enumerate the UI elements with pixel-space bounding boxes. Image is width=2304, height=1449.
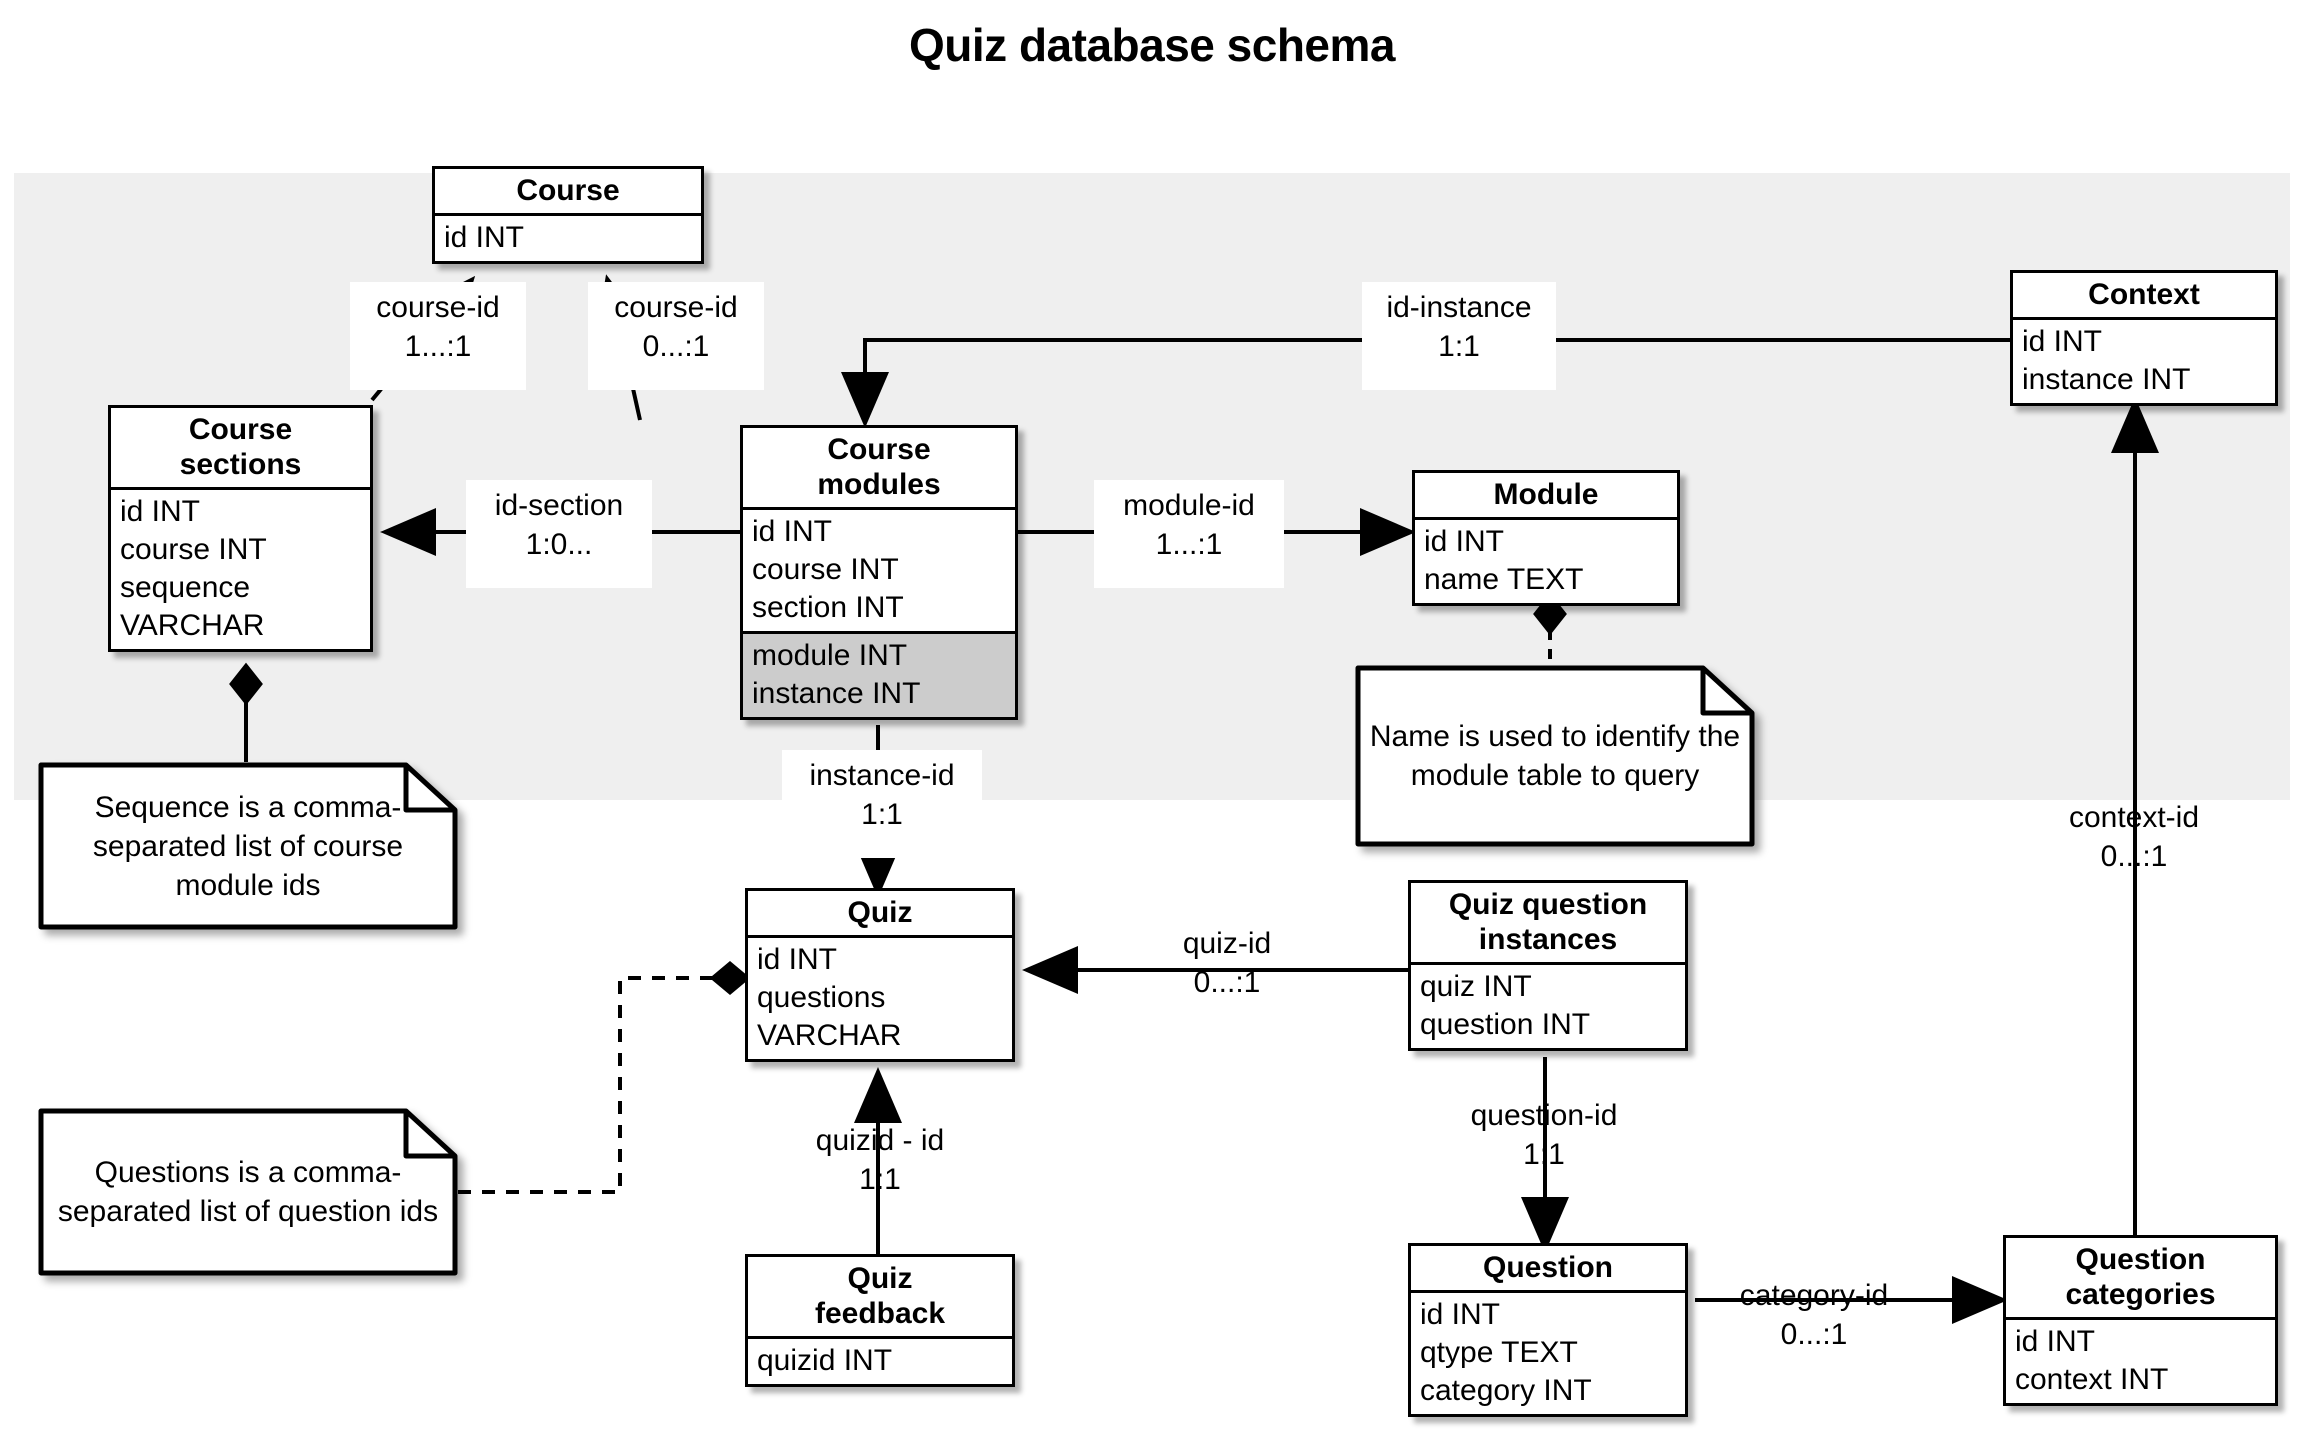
table-course[interactable]: Course id INT (432, 166, 704, 264)
attribute: category INT (1420, 1374, 1592, 1407)
note-questions: Questions is a comma-separated list of q… (38, 1108, 458, 1276)
table-course-sections-attributes: id INT course INT sequence VARCHAR (111, 490, 370, 649)
table-question-attributes: id INT qtype TEXT category INT (1411, 1293, 1685, 1414)
table-quiz-title: Quiz (748, 891, 1012, 938)
attribute: id INT (757, 943, 838, 976)
table-question-categories[interactable]: Question categories id INT context INT (2003, 1235, 2278, 1406)
diagram-canvas: Quiz database schema Course id INT Cours… (0, 0, 2304, 1449)
note-sequence: Sequence is a comma-separated list of co… (38, 762, 458, 930)
edge-label-course-id-1-1: course-id 1...:1 (350, 282, 526, 390)
attribute: id INT (120, 495, 201, 528)
attribute: name TEXT (1424, 563, 1584, 596)
table-quiz-feedback[interactable]: Quiz feedback quizid INT (745, 1254, 1015, 1387)
attribute: quizid INT (757, 1344, 893, 1377)
attribute: id INT (752, 515, 833, 548)
table-question-categories-attributes: id INT context INT (2006, 1320, 2275, 1403)
edge-label-category-id: category-id 0...:1 (1739, 1279, 1889, 1351)
attribute: id INT (1424, 525, 1505, 558)
table-question-title: Question (1411, 1246, 1685, 1293)
edge-label-quizid-id: quizid - id 1:1 (815, 1124, 945, 1196)
table-context-title: Context (2013, 273, 2275, 320)
note-sequence-text: Sequence is a comma-separated list of co… (92, 790, 404, 902)
attribute-highlighted: module INT (743, 637, 1015, 675)
note-module-name-text: Name is used to identify the module tabl… (1369, 720, 1741, 792)
table-module-title: Module (1415, 473, 1677, 520)
attribute: course INT (752, 553, 899, 586)
note-module-name: Name is used to identify the module tabl… (1355, 665, 1755, 847)
attribute: course INT (120, 533, 267, 566)
edge-label-module-id: module-id 1...:1 (1094, 480, 1284, 588)
table-course-title: Course (435, 169, 701, 216)
edge-label-id-section: id-section 1:0... (466, 480, 652, 588)
attribute: id INT (2015, 1325, 2096, 1358)
table-module-attributes: id INT name TEXT (1415, 520, 1677, 603)
table-quiz-attributes: id INT questions VARCHAR (748, 938, 1012, 1059)
edge-label-context-id: context-id 0...:1 (2068, 801, 2200, 873)
table-course-modules-attributes: id INT course INT section INT (743, 510, 1015, 631)
table-quiz-question-instances-attributes: quiz INT question INT (1411, 965, 1685, 1048)
table-module[interactable]: Module id INT name TEXT (1412, 470, 1680, 606)
attribute: id INT (1420, 1298, 1501, 1331)
attribute: instance INT (2022, 363, 2191, 396)
composition-diamond (709, 961, 751, 995)
attribute: context INT (2015, 1363, 2169, 1396)
table-quiz-feedback-attributes: quizid INT (748, 1339, 1012, 1384)
table-course-modules-highlighted-attributes: module INT instance INT (743, 631, 1015, 717)
table-course-modules[interactable]: Course modules id INT course INT section… (740, 425, 1018, 720)
table-question[interactable]: Question id INT qtype TEXT category INT (1408, 1243, 1688, 1417)
attribute: section INT (752, 591, 904, 624)
edge-label-id-instance: id-instance 1:1 (1362, 282, 1556, 390)
table-context[interactable]: Context id INT instance INT (2010, 270, 2278, 406)
edge-label-instance-id: instance-id 1:1 (782, 750, 982, 858)
edge-label-quiz-id: quiz-id 0...:1 (1182, 927, 1272, 999)
attribute: id INT (2022, 325, 2103, 358)
attribute: VARCHAR (120, 609, 265, 642)
table-context-attributes: id INT instance INT (2013, 320, 2275, 403)
attribute: questions (757, 981, 886, 1014)
table-quiz-feedback-title: Quiz feedback (748, 1257, 1012, 1339)
attribute-highlighted: instance INT (743, 675, 1015, 713)
attribute: qtype TEXT (1420, 1336, 1578, 1369)
table-course-sections[interactable]: Course sections id INT course INT sequen… (108, 405, 373, 652)
table-quiz-question-instances-title: Quiz question instances (1411, 883, 1685, 965)
table-course-modules-title: Course modules (743, 428, 1015, 510)
attribute: VARCHAR (757, 1019, 902, 1052)
table-quiz-question-instances[interactable]: Quiz question instances quiz INT questio… (1408, 880, 1688, 1051)
table-question-categories-title: Question categories (2006, 1238, 2275, 1320)
attribute: id INT (444, 221, 525, 254)
note-questions-text: Questions is a comma-separated list of q… (57, 1156, 439, 1228)
table-quiz[interactable]: Quiz id INT questions VARCHAR (745, 888, 1015, 1062)
attribute: question INT (1420, 1008, 1591, 1041)
table-course-sections-title: Course sections (111, 408, 370, 490)
diagram-title: Quiz database schema (909, 19, 1395, 71)
attribute: quiz INT (1420, 970, 1532, 1003)
edge-label-question-id: question-id 1:1 (1470, 1099, 1618, 1171)
edge-label-course-id-0-1: course-id 0...:1 (588, 282, 764, 390)
table-course-attributes: id INT (435, 216, 701, 261)
attribute: sequence (120, 571, 251, 604)
